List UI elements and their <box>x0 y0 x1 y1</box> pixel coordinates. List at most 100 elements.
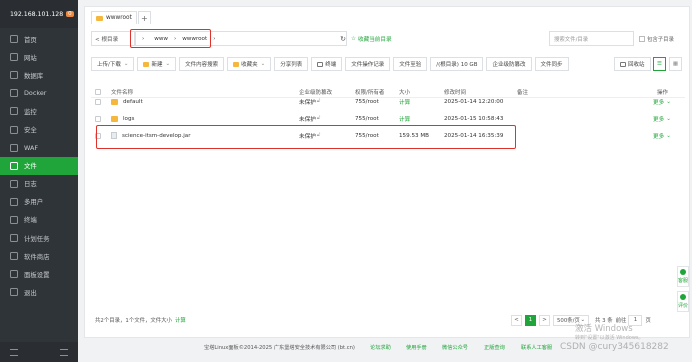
upload-download-button[interactable]: 上传/下载 ⌄ <box>91 57 135 71</box>
address-breadcrumb[interactable]: › www › wwwroot › <box>135 31 347 46</box>
sidebar-item-docker[interactable]: Docker <box>0 84 78 102</box>
upload-label: 上传/下载 <box>97 62 121 68</box>
grid-view-toggle[interactable]: ▦ <box>669 57 682 71</box>
sidebar-item-users[interactable]: 多用户 <box>0 193 78 211</box>
row-checkbox[interactable] <box>95 110 101 127</box>
table-row[interactable]: logs 未保护 🔓︎ 755/root 计算 2025-01-15 10:58:… <box>91 110 685 127</box>
search-input[interactable]: 搜索文件/目录 <box>549 31 634 46</box>
row-more-button[interactable]: 更多 ⌄ <box>653 110 671 127</box>
page-1-button[interactable]: 1 <box>525 314 536 326</box>
sidebar-item-terminal[interactable]: 终端 <box>0 211 78 229</box>
row-name[interactable]: default <box>111 93 143 110</box>
support-link[interactable]: 联系人工客服 <box>521 344 552 351</box>
new-button[interactable]: 新建 ⌄ <box>137 57 177 71</box>
row-perm[interactable]: 755/root <box>355 127 379 144</box>
headset-icon <box>680 269 686 275</box>
database-icon <box>10 71 18 80</box>
home-icon <box>10 35 18 44</box>
table-row[interactable]: science-itsm-develop.jar 未保护 🔓︎ 755/root … <box>91 127 685 144</box>
row-size[interactable]: 计算 <box>399 93 410 110</box>
row-checkbox[interactable] <box>95 93 101 110</box>
row-name[interactable]: logs <box>111 110 134 127</box>
terminal-button[interactable]: 终端 <box>311 57 343 71</box>
path-bar: < 根目录 › www › wwwroot › ↻ ☆ 收藏当前目录 搜索文件/… <box>91 31 685 46</box>
favorites-label: 收藏夹 <box>241 62 258 68</box>
grid-view-icon: ▦ <box>672 61 679 67</box>
protect-status: 未保护 <box>299 99 316 106</box>
table-row[interactable]: default 未保护 🔓︎ 755/root 计算 2025-01-14 12:… <box>91 93 685 110</box>
page-unit: 页 <box>645 318 651 324</box>
calc-size-link[interactable]: 计算 <box>175 316 186 324</box>
file-sync-button[interactable]: 文件同步 <box>534 57 569 71</box>
row-protect[interactable]: 未保护 🔓︎ <box>299 127 320 144</box>
sidebar-item-home[interactable]: 首页 <box>0 30 78 48</box>
manual-link[interactable]: 使用手册 <box>406 344 427 351</box>
add-tab-button[interactable]: + <box>137 11 151 24</box>
sidebar-item-files[interactable]: 文件 <box>0 156 78 175</box>
file-manager: wwwroot + < 根目录 › www › wwwroot › ↻ ☆ 收藏… <box>84 6 690 338</box>
folder-icon <box>10 161 18 170</box>
feedback-button[interactable]: 评价 <box>677 291 689 312</box>
recycle-bin-button[interactable]: 回收站 <box>614 57 651 71</box>
row-name[interactable]: science-itsm-develop.jar <box>111 127 191 144</box>
sidebar-item-cron[interactable]: 计划任务 <box>0 229 78 247</box>
sidebar-item-database[interactable]: 数据库 <box>0 66 78 84</box>
crumb-wwwroot[interactable]: wwwroot <box>182 36 207 42</box>
row-size[interactable]: 计算 <box>399 110 410 127</box>
refresh-icon[interactable]: ↻ <box>337 31 349 46</box>
row-protect[interactable]: 未保护 🔓︎ <box>299 110 320 127</box>
sidebar-item-logs[interactable]: 日志 <box>0 175 78 193</box>
chevron-down-icon: ⌄ <box>260 61 266 67</box>
forum-link[interactable]: 论坛求助 <box>370 344 391 351</box>
notification-badge[interactable]: 0 <box>66 11 74 17</box>
row-more-button[interactable]: 更多 ⌄ <box>653 93 671 110</box>
file-name: logs <box>123 115 135 122</box>
favorites-button[interactable]: 收藏夹 ⌄ <box>227 57 272 71</box>
sidebar-item-logout[interactable]: 退出 <box>0 283 78 301</box>
floating-actions: 客服 评价 <box>677 266 689 316</box>
row-protect[interactable]: 未保护 🔓︎ <box>299 93 320 110</box>
sidebar-item-waf[interactable]: WAF <box>0 139 78 157</box>
file-name: science-itsm-develop.jar <box>122 132 191 139</box>
customer-service-button[interactable]: 客服 <box>677 266 689 287</box>
row-more-button[interactable]: 更多 ⌄ <box>653 127 671 144</box>
share-list-button[interactable]: 分享列表 <box>274 57 309 71</box>
sidebar-item-label: WAF <box>24 143 39 152</box>
lock-icon: 🔓︎ <box>316 132 321 138</box>
customer-service-label: 客服 <box>678 278 689 284</box>
op-log-button[interactable]: 文件操作记录 <box>345 57 391 71</box>
folder-icon <box>96 15 103 21</box>
certify-link[interactable]: 正版查询 <box>484 344 505 351</box>
collapse-menu-icon[interactable] <box>60 348 68 356</box>
row-checkbox[interactable] <box>95 127 101 144</box>
row-perm[interactable]: 755/root <box>355 93 379 110</box>
sidebar-item-monitor[interactable]: 监控 <box>0 102 78 120</box>
favorite-dir-link[interactable]: ☆ 收藏当前目录 <box>351 31 392 46</box>
enterprise-protect-button[interactable]: 企业级防篡改 <box>486 57 532 71</box>
prev-page-button[interactable]: < <box>511 314 522 326</box>
folder-icon <box>111 115 118 122</box>
sidebar-item-store[interactable]: 软件商店 <box>0 247 78 265</box>
disk-button[interactable]: /(根目录) 10 GB <box>430 57 484 71</box>
back-to-root-button[interactable]: < 根目录 <box>91 31 135 46</box>
include-subdir-checkbox[interactable]: 包含子目录 <box>639 31 674 46</box>
recycle-label: 回收站 <box>628 62 645 68</box>
wechat-link[interactable]: 微信公众号 <box>442 344 468 351</box>
grid-menu-icon[interactable] <box>10 348 18 356</box>
next-page-button[interactable]: > <box>539 314 550 326</box>
sidebar-item-label: 安全 <box>24 126 37 135</box>
terminal-icon <box>317 61 324 67</box>
content-search-button[interactable]: 文件内容搜索 <box>179 57 225 71</box>
chevron-down-icon: ⌄ <box>666 115 671 122</box>
row-perm[interactable]: 755/root <box>355 110 379 127</box>
globe-icon <box>10 53 18 62</box>
crumb-www[interactable]: www <box>154 36 168 42</box>
tab-wwwroot[interactable]: wwwroot <box>91 11 137 24</box>
sidebar-item-security[interactable]: 安全 <box>0 120 78 138</box>
sidebar-item-settings[interactable]: 面板设置 <box>0 265 78 283</box>
sidebar-item-website[interactable]: 网站 <box>0 48 78 66</box>
more-label: 更多 <box>653 116 665 123</box>
list-view-toggle[interactable]: ☰ <box>653 57 666 71</box>
file-verify-button[interactable]: 文件至验 <box>393 57 428 71</box>
more-label: 更多 <box>653 133 665 140</box>
